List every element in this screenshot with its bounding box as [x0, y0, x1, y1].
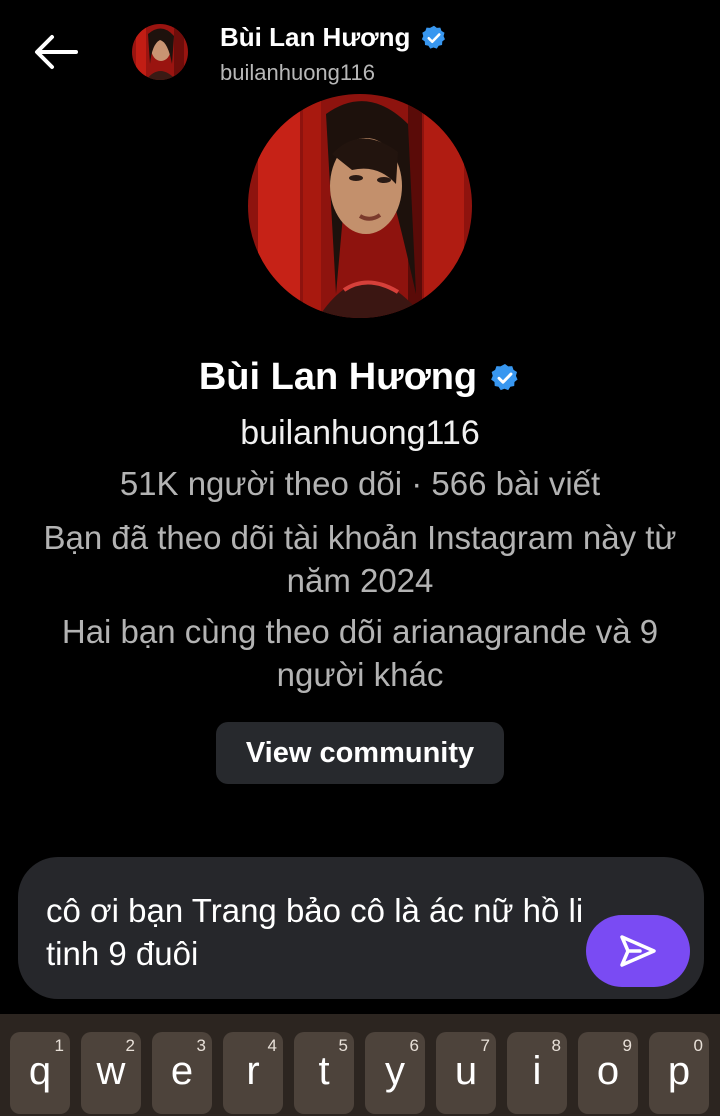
- key-char: u: [454, 1049, 478, 1093]
- key-char: t: [318, 1049, 330, 1093]
- key-i[interactable]: 8i: [507, 1032, 567, 1114]
- key-p[interactable]: 0p: [649, 1032, 709, 1114]
- key-t[interactable]: 5t: [294, 1032, 354, 1114]
- key-o[interactable]: 9o: [578, 1032, 638, 1114]
- follow-since-text: Bạn đã theo dõi tài khoản Instagram này …: [43, 519, 677, 599]
- profile-avatar[interactable]: [248, 94, 472, 318]
- view-community-button[interactable]: View community: [216, 722, 504, 784]
- chat-header: Bùi Lan Hương builanhuong116: [0, 0, 720, 100]
- keyboard-row: 1q 2w 3e 4r 5t 6y 7u 8i 9o 0p: [0, 1014, 720, 1116]
- key-w[interactable]: 2w: [81, 1032, 141, 1114]
- mutual-followers-text: Hai bạn cùng theo dõi arianagrande và 9 …: [61, 613, 659, 693]
- key-char: q: [28, 1049, 52, 1093]
- message-composer[interactable]: cô ơi bạn Trang bảo cô là ác nữ hồ li ti…: [18, 857, 704, 999]
- key-char: o: [596, 1049, 620, 1093]
- key-u[interactable]: 7u: [436, 1032, 496, 1114]
- send-button[interactable]: [586, 915, 690, 987]
- key-q[interactable]: 1q: [10, 1032, 70, 1114]
- send-icon: [620, 935, 656, 967]
- header-name: Bùi Lan Hương: [220, 22, 411, 52]
- key-char: r: [246, 1049, 260, 1093]
- header-username: builanhuong116: [220, 60, 375, 85]
- message-input[interactable]: cô ơi bạn Trang bảo cô là ác nữ hồ li ti…: [46, 889, 586, 975]
- profile-username: builanhuong116: [240, 414, 480, 452]
- key-char: e: [170, 1049, 194, 1093]
- key-char: y: [385, 1049, 405, 1093]
- key-char: i: [532, 1049, 542, 1093]
- key-char: p: [667, 1049, 691, 1093]
- key-char: w: [96, 1049, 126, 1093]
- key-e[interactable]: 3e: [152, 1032, 212, 1114]
- header-name-row[interactable]: Bùi Lan Hương: [220, 22, 448, 53]
- verified-badge-icon: [422, 25, 446, 49]
- key-y[interactable]: 6y: [365, 1032, 425, 1114]
- profile-name: Bùi Lan Hương: [198, 356, 478, 398]
- key-r[interactable]: 4r: [223, 1032, 283, 1114]
- arrow-left-icon: [35, 35, 78, 69]
- back-button[interactable]: [28, 28, 84, 76]
- profile-name-row: Bùi Lan Hương: [0, 356, 720, 399]
- verified-badge-icon: [491, 363, 518, 390]
- profile-stats: 51K người theo dõi · 566 bài viết: [119, 465, 601, 502]
- header-avatar[interactable]: [132, 24, 188, 80]
